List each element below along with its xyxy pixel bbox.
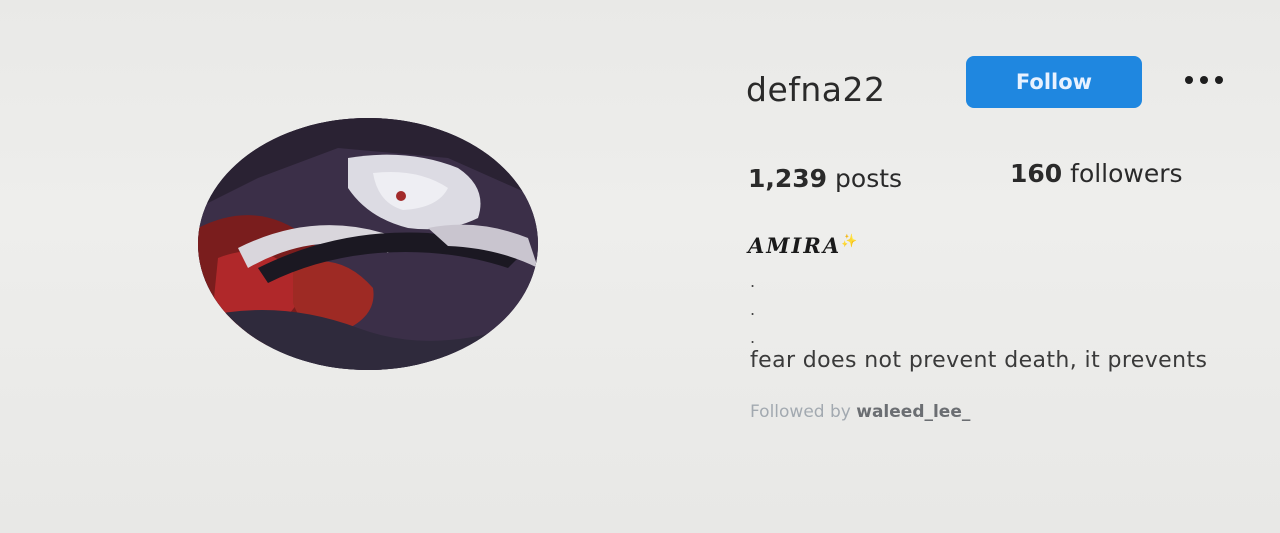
followed-by-prefix: Followed by — [750, 402, 851, 422]
followers-stat[interactable]: 160 followers — [1010, 159, 1183, 188]
more-dot — [1185, 76, 1193, 84]
bio-line: . — [750, 272, 756, 291]
avatar-image — [198, 118, 538, 370]
followed-by[interactable]: Followed by waleed_lee_ — [750, 402, 970, 422]
sparkle-icon: ✨ — [841, 234, 858, 249]
bio-line: . — [750, 300, 756, 319]
avatar[interactable] — [198, 118, 538, 370]
posts-count: 1,239 — [748, 164, 828, 193]
username: defna22 — [746, 70, 886, 109]
bio-text: fear does not prevent death, it prevents — [750, 348, 1208, 373]
profile-page: defna22 Follow 1,239 posts 160 followers… — [0, 0, 1280, 533]
more-dot — [1200, 76, 1208, 84]
followers-label: followers — [1070, 159, 1183, 188]
more-dot — [1215, 76, 1223, 84]
follow-button[interactable]: Follow — [966, 56, 1142, 108]
followed-by-user[interactable]: waleed_lee_ — [856, 402, 970, 422]
posts-label: posts — [835, 164, 903, 193]
more-options-icon[interactable] — [1176, 62, 1232, 98]
bio-line: . — [750, 328, 756, 347]
posts-stat: 1,239 posts — [748, 164, 902, 193]
followers-count: 160 — [1010, 159, 1063, 188]
full-name: AMIRA✨ — [748, 233, 857, 258]
full-name-text: AMIRA — [748, 233, 842, 258]
